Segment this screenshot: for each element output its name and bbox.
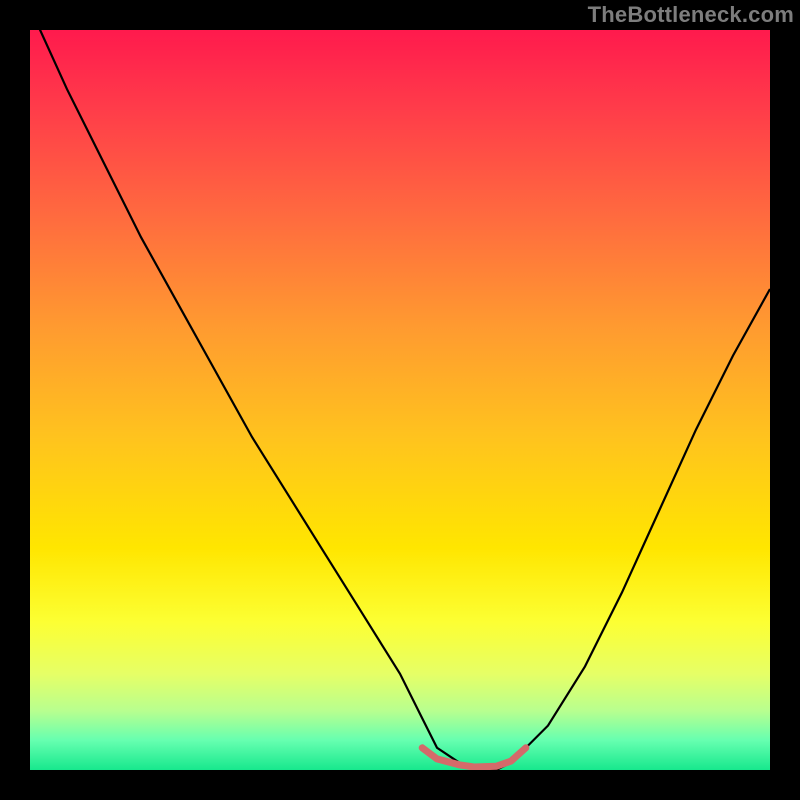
plot-area bbox=[30, 30, 770, 770]
curve-svg bbox=[30, 30, 770, 770]
highlight-band-path bbox=[422, 748, 526, 767]
chart-frame: TheBottleneck.com bbox=[0, 0, 800, 800]
bottleneck-curve-path bbox=[30, 30, 770, 770]
watermark-text: TheBottleneck.com bbox=[588, 2, 794, 28]
